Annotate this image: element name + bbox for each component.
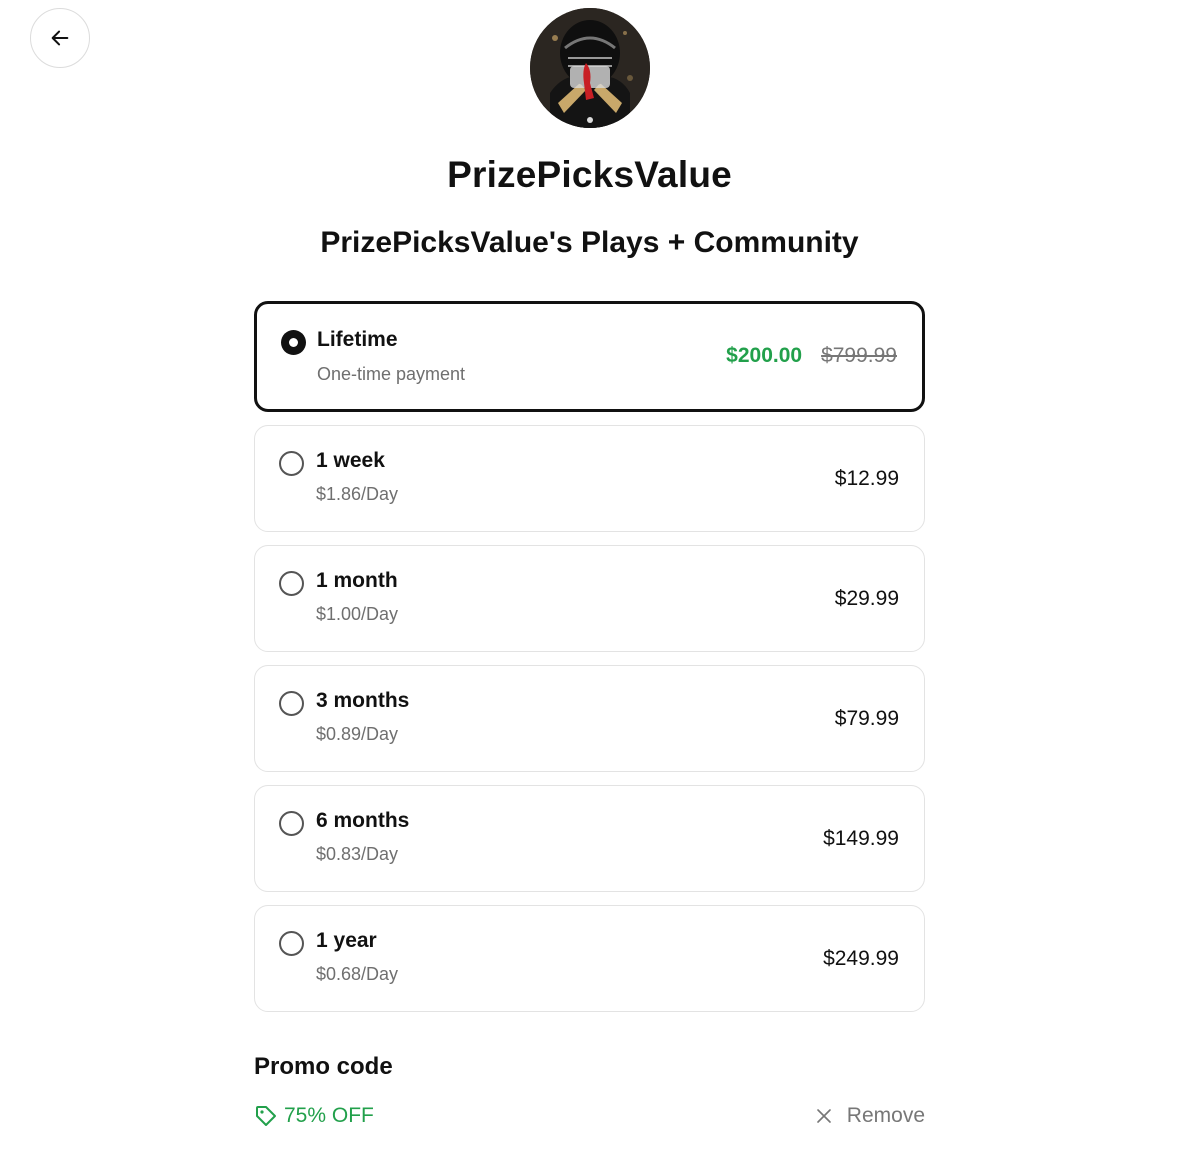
plan-name: 3 months: [316, 689, 410, 712]
plan-price: $249.99: [823, 947, 899, 970]
close-icon: [816, 1109, 831, 1123]
discounted-price: $200.00: [726, 344, 803, 367]
plan-subtitle: $0.83/Day: [316, 844, 399, 864]
radio-unselected[interactable]: [279, 931, 304, 956]
promo-code-row: 75% OFF Remove: [254, 1104, 925, 1128]
plan-price: $29.99: [834, 587, 899, 610]
plan-subtitle: $0.68/Day: [316, 964, 399, 984]
creator-avatar-image: [530, 8, 650, 128]
plan-subtitle: $1.00/Day: [316, 604, 399, 624]
plan-subtitle: $1.86/Day: [316, 484, 399, 504]
radio-unselected[interactable]: [279, 451, 304, 476]
product-title: PrizePicksValue's Plays + Community: [320, 226, 859, 259]
plan-option-6-months[interactable]: 6 months $0.83/Day $149.99: [254, 785, 925, 892]
remove-promo-button[interactable]: Remove: [815, 1104, 925, 1128]
plan-price: $12.99: [834, 467, 899, 490]
plan-name: 1 month: [316, 569, 398, 592]
plan-subtitle: $0.89/Day: [316, 724, 399, 744]
plan-option-1-year[interactable]: 1 year $0.68/Day $249.99: [254, 905, 925, 1012]
plan-name: 6 months: [316, 809, 410, 832]
plan-subtitle: One-time payment: [317, 364, 466, 384]
avatar: [530, 8, 650, 128]
price-group: $200.00 $799.99: [726, 344, 897, 368]
plan-option-1-week[interactable]: 1 week $1.86/Day $12.99: [254, 425, 925, 532]
plan-option-lifetime[interactable]: Lifetime One-time payment $200.00 $799.9…: [254, 301, 925, 412]
tag-icon: [256, 1106, 276, 1126]
radio-unselected[interactable]: [279, 811, 304, 836]
arrow-left-icon: [51, 30, 69, 46]
promo-discount-label: 75% OFF: [284, 1104, 374, 1127]
radio-selected[interactable]: [281, 330, 306, 355]
plan-name: 1 year: [316, 929, 377, 952]
plan-name: Lifetime: [317, 328, 398, 351]
checkout-page: PrizePicksValue PrizePicksValue's Plays …: [0, 0, 1179, 1152]
applied-promo: 75% OFF: [254, 1104, 374, 1128]
remove-label: Remove: [846, 1104, 925, 1127]
creator-name: PrizePicksValue: [447, 154, 732, 195]
promo-code-heading: Promo code: [254, 1053, 393, 1080]
radio-unselected[interactable]: [279, 691, 304, 716]
plan-name: 1 week: [316, 449, 385, 472]
plan-price: $149.99: [823, 827, 899, 850]
plan-option-1-month[interactable]: 1 month $1.00/Day $29.99: [254, 545, 925, 652]
back-button[interactable]: [30, 8, 90, 68]
original-price: $799.99: [821, 344, 897, 367]
plan-list: Lifetime One-time payment $200.00 $799.9…: [254, 301, 925, 1025]
plan-option-3-months[interactable]: 3 months $0.89/Day $79.99: [254, 665, 925, 772]
radio-unselected[interactable]: [279, 571, 304, 596]
plan-price: $79.99: [834, 707, 899, 730]
